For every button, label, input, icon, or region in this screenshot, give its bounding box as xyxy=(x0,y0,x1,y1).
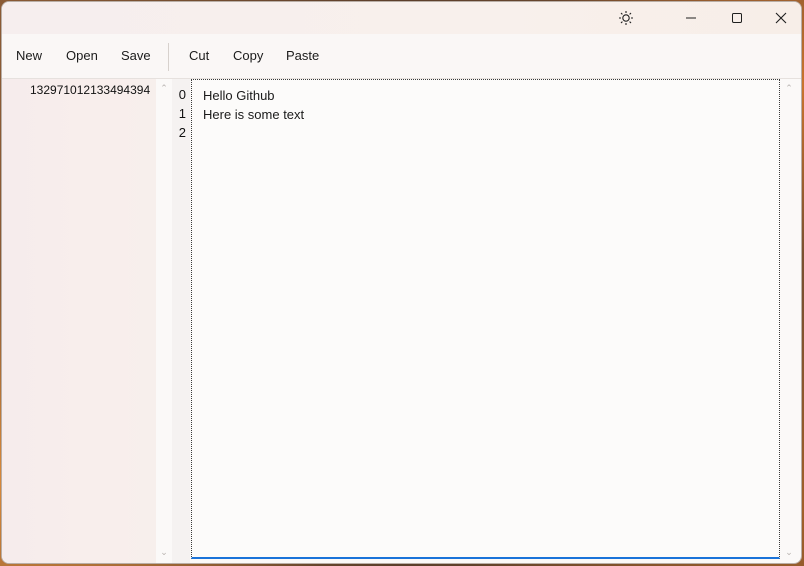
close-icon xyxy=(775,12,787,24)
save-button[interactable]: Save xyxy=(121,34,151,78)
maximize-icon xyxy=(732,13,742,23)
cut-button[interactable]: Cut xyxy=(189,34,209,78)
brightness-icon[interactable] xyxy=(603,2,649,34)
title-bar[interactable] xyxy=(2,2,801,34)
scroll-down-icon[interactable]: ⌄ xyxy=(159,547,169,557)
line-number: 1 xyxy=(178,106,186,121)
command-bar: New Open Save Cut Copy Paste xyxy=(2,34,801,79)
scroll-down-icon[interactable]: ⌄ xyxy=(784,547,794,557)
left-pane: 132971012133494394 xyxy=(2,79,156,563)
maximize-button[interactable] xyxy=(714,2,760,34)
editor-line[interactable]: Hello Github xyxy=(203,88,275,103)
minimize-button[interactable] xyxy=(668,2,714,34)
left-pane-scrollbar[interactable]: ⌃ ⌄ xyxy=(157,79,171,563)
app-window: New Open Save Cut Copy Paste 13297101213… xyxy=(1,1,802,564)
editor-scrollbar[interactable]: ⌃ ⌄ xyxy=(782,79,796,563)
scroll-up-icon[interactable]: ⌃ xyxy=(159,83,169,93)
new-button[interactable]: New xyxy=(16,34,42,78)
close-button[interactable] xyxy=(758,2,801,34)
toolbar-divider xyxy=(168,43,169,71)
paste-button[interactable]: Paste xyxy=(286,34,319,78)
line-number-gutter: 0 1 2 xyxy=(172,79,190,563)
scroll-up-icon[interactable]: ⌃ xyxy=(784,83,794,93)
minimize-icon xyxy=(686,17,696,19)
open-button[interactable]: Open xyxy=(66,34,98,78)
copy-button[interactable]: Copy xyxy=(233,34,263,78)
line-number: 0 xyxy=(178,87,186,102)
line-number: 2 xyxy=(178,125,186,140)
left-pane-text: 132971012133494394 xyxy=(30,83,151,97)
text-editor[interactable]: Hello Github Here is some text xyxy=(191,79,780,559)
editor-line[interactable]: Here is some text xyxy=(203,107,304,122)
